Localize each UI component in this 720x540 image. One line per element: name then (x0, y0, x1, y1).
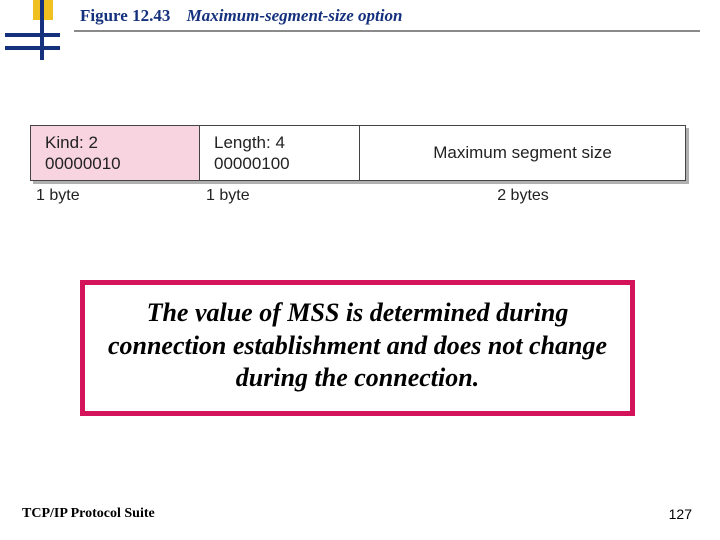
option-format-diagram: Kind: 2 00000010 Length: 4 00000100 Maxi… (30, 125, 686, 205)
size-kind: 1 byte (30, 187, 200, 205)
slide-decoration (25, 0, 55, 60)
field-mss-label: Maximum segment size (433, 142, 612, 163)
field-row: Kind: 2 00000010 Length: 4 00000100 Maxi… (30, 125, 686, 181)
size-labels: 1 byte 1 byte 2 bytes (30, 187, 686, 205)
field-length-label: Length: 4 (214, 132, 285, 153)
page-number: 127 (669, 506, 692, 522)
field-kind: Kind: 2 00000010 (30, 125, 200, 181)
field-length-bits: 00000100 (214, 153, 290, 174)
field-mss: Maximum segment size (360, 125, 686, 181)
figure-title: Maximum-segment-size option (187, 6, 403, 25)
footer-source: TCP/IP Protocol Suite (22, 506, 155, 522)
field-kind-label: Kind: 2 (45, 132, 98, 153)
field-kind-bits: 00000010 (45, 153, 121, 174)
figure-heading: Figure 12.43 Maximum-segment-size option (80, 6, 700, 26)
figure-number: Figure 12.43 (80, 6, 170, 25)
callout-note: The value of MSS is determined during co… (80, 280, 635, 416)
field-length: Length: 4 00000100 (200, 125, 360, 181)
size-length: 1 byte (200, 187, 360, 205)
size-mss: 2 bytes (360, 187, 686, 205)
heading-underline (74, 30, 700, 32)
